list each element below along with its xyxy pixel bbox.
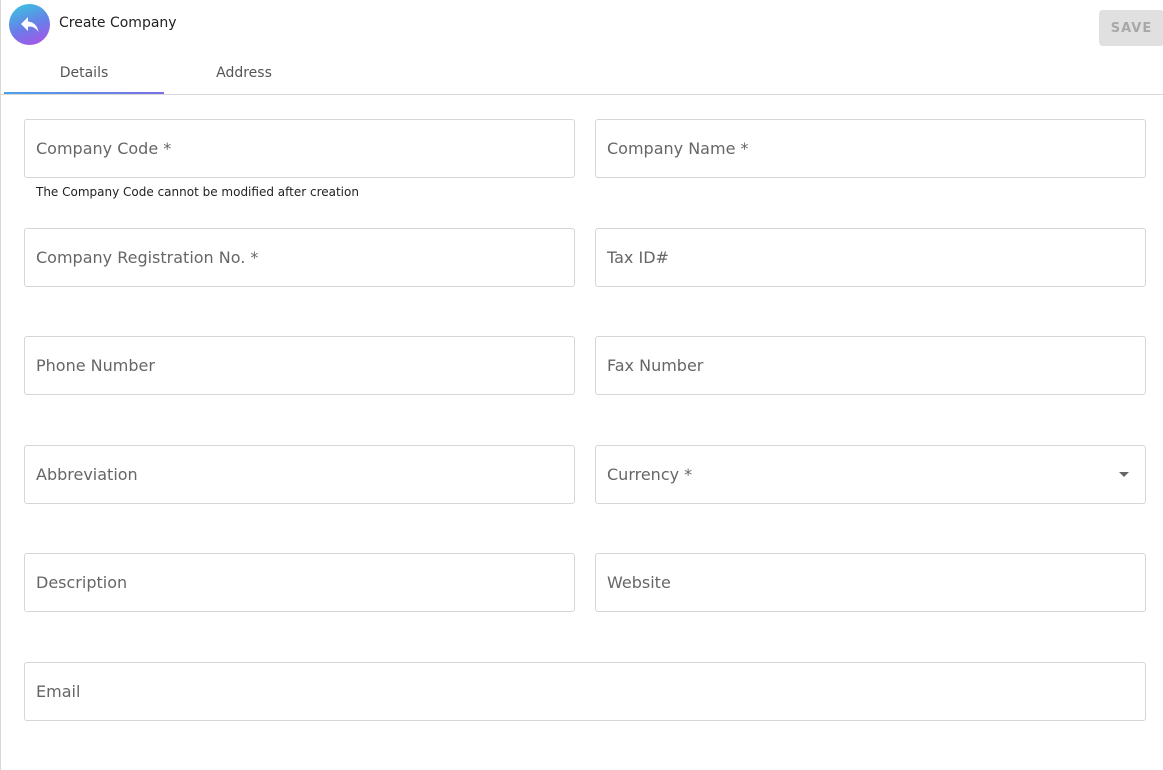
company-name-placeholder: Company Name * [607, 139, 749, 158]
fax-number-field[interactable]: Fax Number [595, 336, 1146, 395]
email-field[interactable]: Email [24, 662, 1146, 721]
tab-details[interactable]: Details [4, 52, 164, 94]
abbreviation-field[interactable]: Abbreviation [24, 445, 575, 504]
description-field[interactable]: Description [24, 553, 575, 612]
currency-placeholder: Currency * [607, 465, 693, 484]
tab-address[interactable]: Address [164, 52, 324, 94]
phone-number-placeholder: Phone Number [36, 356, 155, 375]
fax-number-placeholder: Fax Number [607, 356, 704, 375]
active-tab-indicator [4, 92, 164, 94]
tax-id-placeholder: Tax ID# [607, 248, 669, 267]
back-button[interactable] [9, 4, 50, 45]
currency-select[interactable]: Currency * [595, 445, 1146, 504]
registration-no-placeholder: Company Registration No. * [36, 248, 259, 267]
tab-bar: Details Address [1, 52, 1163, 95]
description-placeholder: Description [36, 573, 128, 592]
caret-down-icon [1119, 472, 1129, 477]
website-field[interactable]: Website [595, 553, 1146, 612]
company-name-field[interactable]: Company Name * [595, 119, 1146, 178]
registration-no-field[interactable]: Company Registration No. * [24, 228, 575, 287]
company-code-helper-text: The Company Code cannot be modified afte… [36, 185, 359, 199]
reply-arrow-icon [20, 16, 38, 32]
email-placeholder: Email [36, 682, 81, 701]
company-code-placeholder: Company Code * [36, 139, 172, 158]
tax-id-field[interactable]: Tax ID# [595, 228, 1146, 287]
page-title: Create Company [59, 15, 177, 31]
phone-number-field[interactable]: Phone Number [24, 336, 575, 395]
save-button[interactable]: SAVE [1099, 10, 1163, 46]
create-company-page: Create Company SAVE Details Address Comp… [0, 0, 1163, 770]
company-code-field[interactable]: Company Code * [24, 119, 575, 178]
website-placeholder: Website [607, 573, 671, 592]
abbreviation-placeholder: Abbreviation [36, 465, 138, 484]
